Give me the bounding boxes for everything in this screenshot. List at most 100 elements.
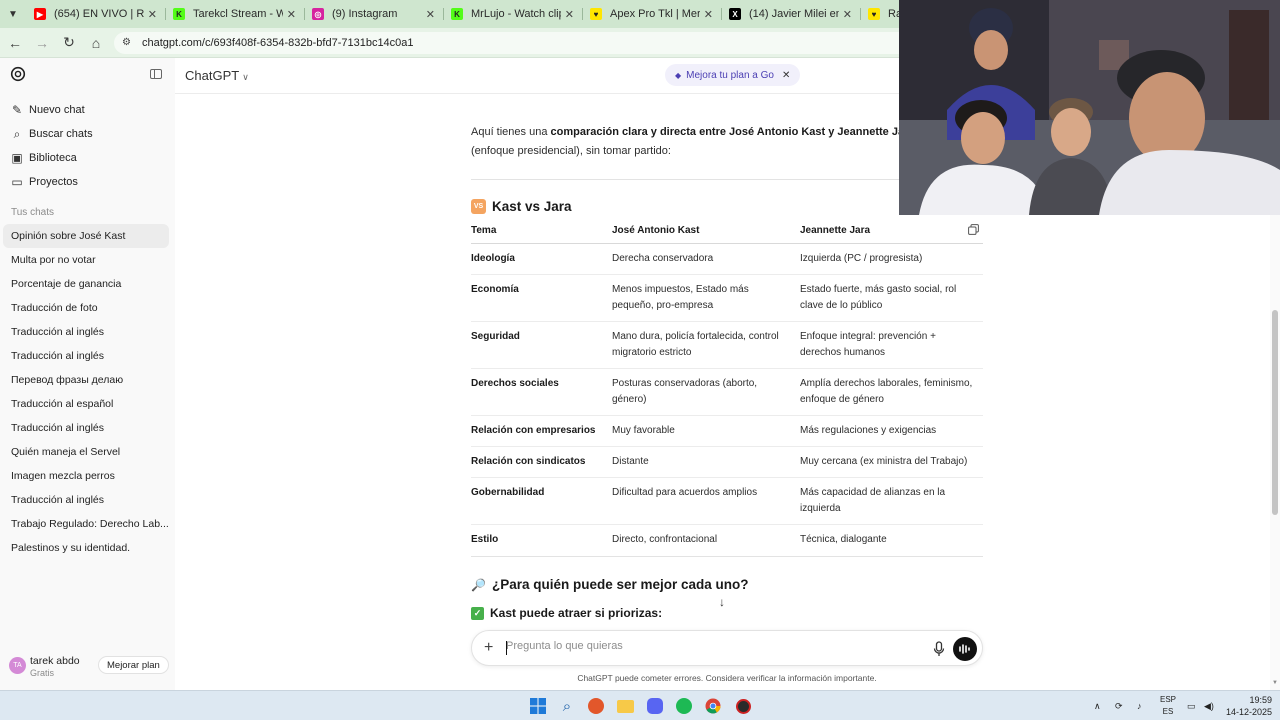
library-button[interactable]: ▣ Biblioteca [10,148,77,168]
mercadolibre-icon: ♥ [868,8,880,20]
close-icon[interactable]: ✕ [782,70,790,81]
check-icon: ✓ [471,606,484,620]
intro-text-part: (enfoque presidencial), sin tomar partid… [471,145,671,157]
browser-tab[interactable]: ♥ Apex Pro Tkl | MercadoLib ✕ [582,0,721,28]
chat-history-item[interactable]: Trabajo Regulado: Derecho Lab... [3,512,169,536]
chats-heading: Tus chats [11,207,54,218]
clock-date: 14-12-2025 [1225,707,1272,717]
sidebar-toggle-icon[interactable] [150,69,162,79]
table-cell: Muy cercana (ex ministra del Trabajo) [800,446,983,478]
tray-chevron-icon[interactable]: ∧ [1094,691,1101,720]
subheading-kast-text: Kast puede atraer si priorizas: [490,606,663,620]
chat-history-item[interactable]: Palestinos y su identidad. [3,536,169,560]
voice-mode-button[interactable] [953,637,977,661]
microphone-icon[interactable] [932,641,946,657]
back-icon[interactable]: ← [3,31,27,55]
kick-icon: K [451,8,463,20]
chat-history-item[interactable]: Quién maneja el Servel [3,440,169,464]
library-label: Biblioteca [29,152,77,164]
chat-history-item[interactable]: Traducción al inglés [3,488,169,512]
chat-history-item[interactable]: Traducción al inglés [3,416,169,440]
close-tab-icon[interactable]: ✕ [843,8,852,21]
sidebar: ✎ Nuevo chat ⌕ Buscar chats ▣ Biblioteca… [0,58,175,690]
browser-app-icon[interactable] [586,696,606,716]
intro-text-part: Aquí tienes una [471,126,551,138]
home-icon[interactable]: ⌂ [84,31,108,55]
microphone-tray-icon[interactable]: ♪ [1137,691,1142,720]
sync-icon[interactable]: ⟳ [1115,691,1123,720]
chat-history-item[interactable]: Traducción al inglés [3,320,169,344]
discord-icon[interactable] [645,696,665,716]
volume-icon[interactable]: ◀) [1204,691,1214,720]
table-row: Ideología Derecha conservadora Izquierda (… [471,243,983,275]
clock[interactable]: 19:59 14-12-2025 [1222,694,1272,718]
library-icon: ▣ [11,151,23,165]
table-cell: Posturas conservadoras (aborto, género) [612,368,800,416]
youtube-icon: ▶ [34,8,46,20]
table-cell: Dificultad para acuerdos amplios [612,477,800,525]
scrollbar-thumb[interactable] [1272,310,1278,515]
table-cell: Relación con empresarios [471,415,612,447]
chat-history-item[interactable]: Porcentaje de ganancia [3,272,169,296]
app-icon[interactable] [733,696,753,716]
file-explorer-icon[interactable] [615,696,635,716]
browser-tab[interactable]: X (14) Javier Milei en X: "LA ✕ [721,0,860,28]
new-chat-button[interactable]: ✎ Nuevo chat [10,100,85,120]
reload-icon[interactable]: ↻ [57,31,81,55]
spotify-icon[interactable] [674,696,694,716]
projects-button[interactable]: ▭ Proyectos [10,172,78,192]
browser-tab[interactable]: K MrLujo - Watch clips on K ✕ [443,0,582,28]
chrome-icon[interactable] [703,696,723,716]
chat-history-item[interactable]: Traducción de foto [3,296,169,320]
keyboard-layout: ES [1162,707,1174,716]
instagram-icon: ◎ [312,8,324,20]
kick-icon: K [173,8,185,20]
close-tab-icon[interactable]: ✕ [148,8,157,21]
display-icon[interactable]: ▭ [1187,691,1196,720]
chat-history-item[interactable]: Multa por no votar [3,248,169,272]
divider [471,556,983,557]
upgrade-plan-button[interactable]: Mejorar plan [98,656,169,674]
table-cell: Gobernabilidad [471,477,612,525]
table-cell: Menos impuestos, Estado más pequeño, pro… [612,274,800,322]
search-chats-button[interactable]: ⌕ Buscar chats [10,124,93,144]
table-header-cell: Jeannette Jara [800,221,983,244]
table-cell: Técnica, dialogante [800,533,887,545]
browser-tab[interactable]: ▶ (654) EN VIVO | RESULTAD ✕ [26,0,165,28]
table-cell: Estado fuerte, más gasto social, rol cla… [800,274,983,322]
clock-time: 19:59 [1249,695,1272,705]
table-row: Gobernabilidad Dificultad para acuerdos a… [471,477,983,525]
language-indicator[interactable]: ESP ES [1155,694,1181,718]
scroll-down-arrow-icon[interactable]: ↓ [719,595,725,609]
close-tab-icon[interactable]: ✕ [565,8,574,21]
scroll-down-icon[interactable]: ▼ [1272,680,1278,686]
browser-tab[interactable]: K Tarekcl Stream - Watch Li ✕ [165,0,304,28]
chat-history-item[interactable]: Imagen mezcla perros [3,464,169,488]
table-row: Economía Menos impuestos, Estado más pequ… [471,274,983,322]
add-attachment-icon[interactable]: + [484,639,493,657]
chat-history-item[interactable]: Traducción al español [3,392,169,416]
taskbar: ⌕ ∧ ⟳ ♪ ESP ES ▭ ◀) 19:59 14-12-2025 [0,690,1280,720]
chat-history-item[interactable]: Traducción al inglés [3,344,169,368]
sparkle-icon: ◆ [675,70,682,80]
openai-logo-icon[interactable] [10,66,26,82]
magnifier-icon: 🔎 [471,577,486,592]
table-cell: Derechos sociales [471,368,612,416]
user-menu[interactable]: TA tarek abdo Gratis Mejorar plan [0,654,175,684]
close-tab-icon[interactable]: ✕ [704,8,713,21]
browser-tab[interactable]: ◎ (9) Instagram ✕ [304,0,443,28]
forward-icon[interactable]: → [30,31,54,55]
model-selector[interactable]: ChatGPT ∨ [185,68,249,83]
close-tab-icon[interactable]: ✕ [426,8,435,21]
chat-history-item[interactable]: Opinión sobre José Kast [3,224,169,248]
prompt-input[interactable] [506,640,906,652]
site-info-icon[interactable]: ⚙ [122,37,136,48]
close-tab-icon[interactable]: ✕ [287,8,296,21]
tab-search-chevron-icon[interactable]: ▼ [0,0,26,28]
chat-history-item[interactable]: Перевод фразы делаю [3,368,169,392]
address-bar[interactable]: ⚙ chatgpt.com/c/693f408f-6354-832b-bfd7-… [114,31,914,54]
search-icon[interactable]: ⌕ [557,696,577,716]
windows-start-icon[interactable] [528,696,548,716]
avatar[interactable]: TA [9,657,26,674]
upgrade-promo-pill[interactable]: ◆ Mejora tu plan a Go ✕ [665,64,801,86]
